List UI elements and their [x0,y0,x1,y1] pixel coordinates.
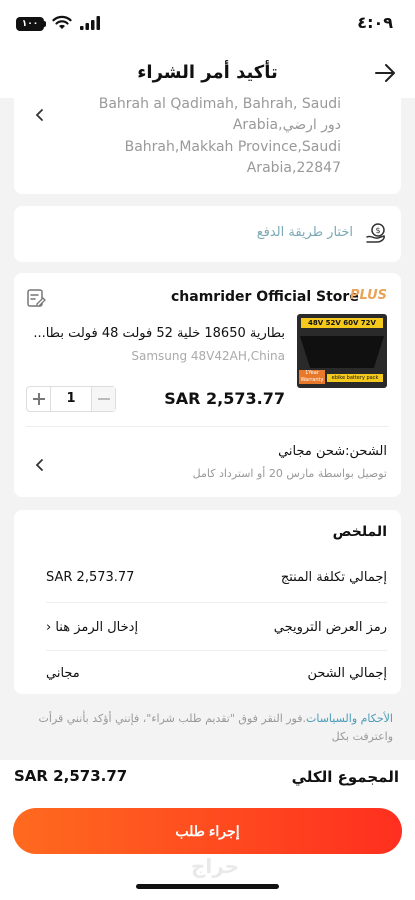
divider [46,650,387,651]
plus-badge: PLUS [349,288,387,303]
address-line-1: Bahrah al Qadimah, Bahrah, Saudi [98,96,341,112]
svg-text:$: $ [375,226,380,235]
product-price: SAR 2,573.77 [164,389,285,408]
battery-icon: ١٠٠ [16,17,44,31]
order-summary-card: الملخص إجمالي تكلفة المنتج SAR 2,573.77 … [14,510,401,694]
store-order-card: chamrider Official Store PLUS 48V 52V 60… [14,273,401,497]
summary-row-label: إجمالي الشحن [307,666,387,681]
grand-total-value: SAR 2,573.77 [14,767,128,785]
place-order-button[interactable]: إجراء طلب [13,808,402,854]
chevron-left-icon [35,109,43,121]
checkout-bar: المجموع الكلي SAR 2,573.77 إجراء طلب حرا… [0,760,415,900]
address-line-3: Bahrah,Makkah Province,Saudi [124,139,341,155]
quantity-stepper: 1 [26,386,116,412]
payment-method-card[interactable]: $ اختار طريقة الدفع [14,206,401,262]
warranty-tag: 1Year Warranty [299,370,325,384]
terms-notice: الأحكام والسياسات.فور النقر فوق "تقديم ط… [18,710,393,746]
quantity-value[interactable]: 1 [51,387,91,411]
watermark-logo: حراج [190,854,240,878]
payment-coin-icon: $ [366,223,385,243]
edit-note-icon[interactable] [26,288,46,308]
shipping-address-card[interactable]: Bahrah al Qadimah, Bahrah, Saudi Arabia,… [14,96,401,194]
home-indicator[interactable] [136,884,279,889]
product-image-footer: ebike battery pack [327,374,383,382]
chevron-left-icon: ‹ [46,620,52,635]
summary-row-label: رمز العرض الترويجي [273,620,387,635]
product-image-label: 48V 52V 60V 72V [301,318,383,328]
quantity-decrease-button[interactable] [91,387,115,411]
divider [26,426,389,427]
product-title[interactable]: بطارية 18650 خلية 52 فولت 48 فولت بطا... [33,326,285,341]
status-time: ٤:٠٩ [357,13,393,32]
terms-and-policies-link[interactable]: الأحكام والسياسات [306,712,393,725]
back-arrow-icon[interactable] [373,62,397,84]
divider [46,602,387,603]
product-image[interactable]: 48V 52V 60V 72V 1Year Warranty ebike bat… [297,314,387,388]
enter-promo-code-link[interactable]: إدخال الرمز هنا ‹ [46,620,138,635]
promo-code-link-label: إدخال الرمز هنا [55,620,139,635]
status-bar: ١٠٠ ٤:٠٩ [0,0,415,48]
summary-title: الملخص [332,524,387,540]
page-header: تأكيد أمر الشراء [0,48,415,98]
shipping-total-value: مجاني [46,666,80,681]
summary-row-label: إجمالي تكلفة المنتج [280,570,387,585]
product-variant: Samsung 48V42AH,China [131,349,285,363]
page-title: تأكيد أمر الشراء [137,62,278,83]
address-line-2: Arabia,دور ارضي [232,117,341,133]
chevron-left-icon[interactable] [34,458,46,472]
shipping-method[interactable]: الشحن:شحن مجاني [278,444,387,459]
address-line-4: Arabia,22847 [246,160,341,176]
products-total-value: SAR 2,573.77 [46,570,135,585]
grand-total-label: المجموع الكلي [291,768,399,786]
wifi-icon [52,15,72,29]
store-name[interactable]: chamrider Official Store [171,289,359,305]
signal-icon [80,16,100,30]
delivery-estimate: توصيل بواسطة مارس 20 أو استرداد كامل [192,467,387,480]
quantity-increase-button[interactable] [27,387,51,411]
select-payment-method-link[interactable]: اختار طريقة الدفع [257,225,353,240]
battery-cap [44,21,46,27]
battery-pack-graphic [300,336,384,368]
